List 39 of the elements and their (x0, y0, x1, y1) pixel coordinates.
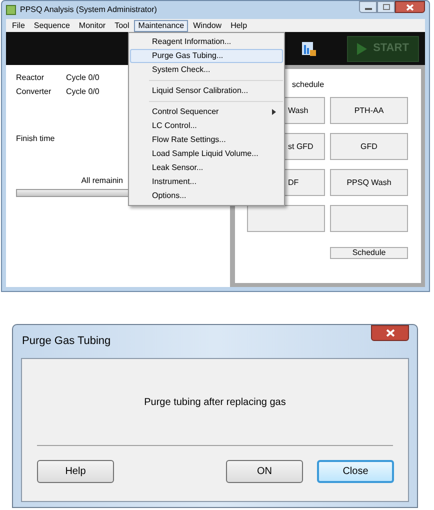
menu-item[interactable]: Window (189, 20, 226, 32)
app-icon (6, 5, 16, 15)
schedule-slot-button[interactable]: PTH-AA (330, 97, 408, 124)
schedule-slot-button[interactable]: PPSQ Wash (330, 169, 408, 196)
menu-item[interactable]: Sequence (30, 20, 74, 32)
dialog-message: Purge tubing after replacing gas (144, 396, 286, 410)
schedule-slot-button[interactable]: GFD (330, 133, 408, 160)
schedule-title: schedule (292, 80, 324, 89)
schedule-slot-button[interactable] (247, 205, 325, 232)
menu-option[interactable]: Liquid Sensor Calibration... (130, 84, 283, 98)
window-title: PPSQ Analysis (System Administrator) (20, 4, 157, 16)
dialog-button[interactable]: Help (37, 460, 114, 483)
close-icon (406, 4, 414, 10)
status-value: Cycle 0/0 (66, 72, 100, 84)
close-icon (386, 329, 394, 337)
status-label: Reactor (16, 72, 46, 84)
remaining-label: All remainin (81, 175, 123, 187)
dialog-button[interactable]: Close (317, 460, 394, 483)
close-button[interactable] (371, 325, 409, 341)
status-value: Cycle 0/0 (66, 86, 100, 98)
menu-item[interactable]: Monitor (74, 20, 110, 32)
status-label: Converter (16, 86, 52, 98)
finish-time-label: Finish time (16, 133, 55, 145)
menu-item[interactable]: Maintenance (134, 20, 188, 32)
minimize-button[interactable] (359, 1, 377, 13)
submenu-arrow-icon (272, 109, 276, 115)
dialog-title: Purge Gas Tubing (22, 334, 111, 350)
menu-option[interactable]: Reagent Information... (130, 35, 283, 49)
maximize-button[interactable] (377, 1, 395, 13)
menu-option[interactable]: Purge Gas Tubing... (130, 49, 283, 63)
play-icon (357, 42, 368, 54)
schedule-button[interactable]: Schedule (330, 247, 408, 259)
close-button[interactable] (395, 1, 425, 13)
menu-option[interactable]: System Check... (130, 63, 283, 77)
menu-item[interactable]: Help (226, 20, 252, 32)
chart-icon[interactable] (301, 40, 317, 56)
menu-item[interactable]: File (8, 20, 29, 32)
dialog-button[interactable]: ON (226, 460, 303, 483)
menu-item[interactable]: Tool (110, 20, 134, 32)
